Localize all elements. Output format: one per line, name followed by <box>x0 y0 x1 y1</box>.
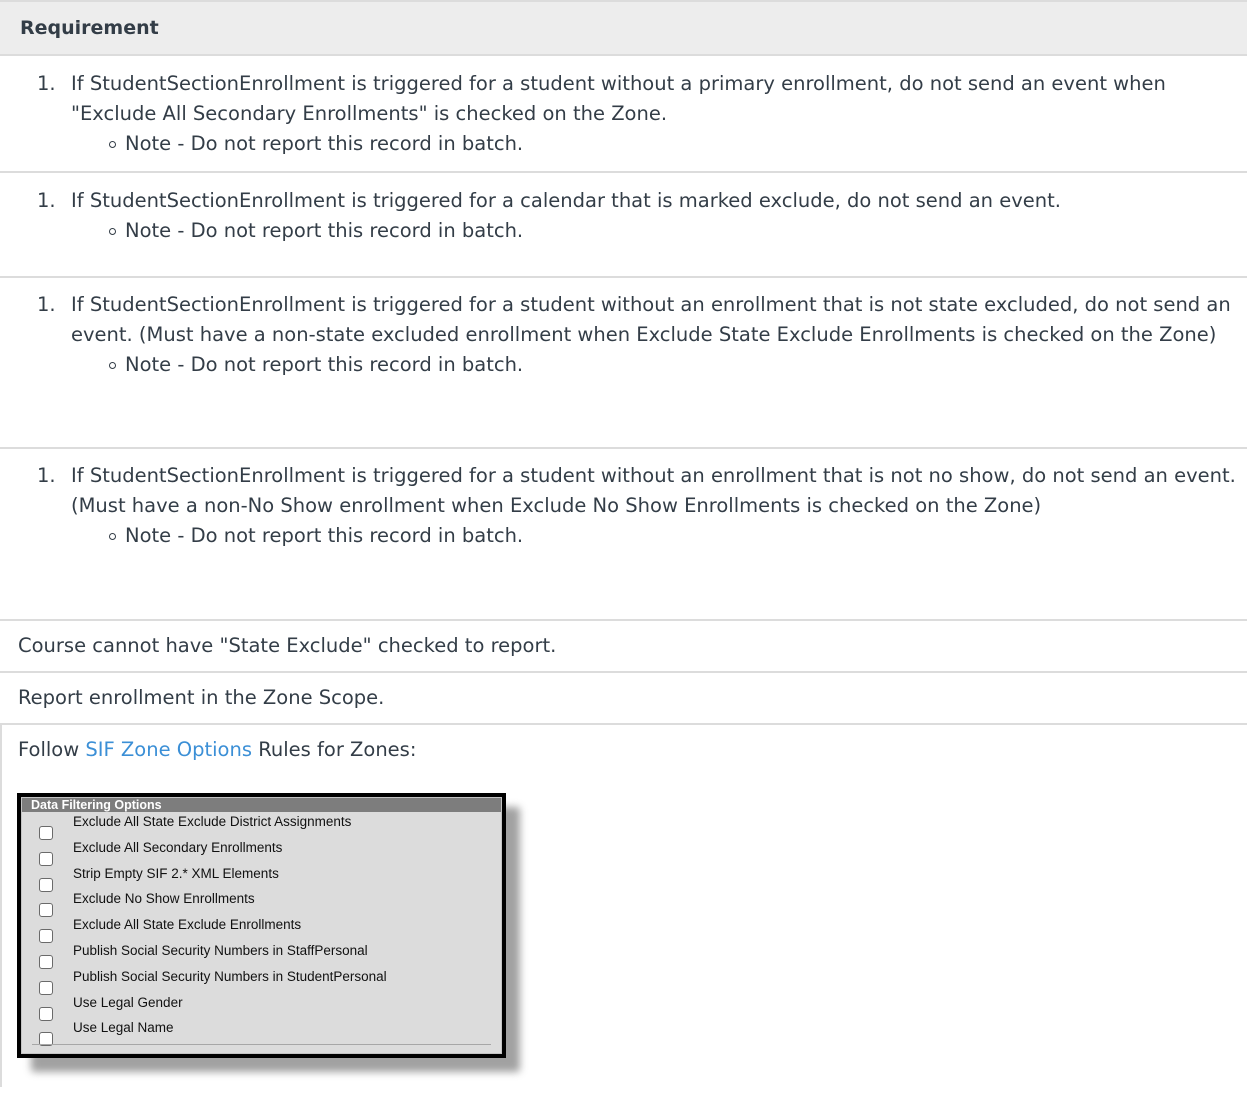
option-label: Use Legal Name <box>73 1020 174 1036</box>
item-number: 1. <box>37 464 56 487</box>
note-list: Note - Do not report this record in batc… <box>71 216 1247 246</box>
scope-rule-text: Report enrollment in the Zone Scope. <box>18 686 385 709</box>
zone-options-screenshot: Data Filtering Options Exclude All State… <box>17 793 520 1072</box>
follow-suffix: Rules for Zones: <box>252 738 417 761</box>
option-label: Strip Empty SIF 2.* XML Elements <box>73 865 279 881</box>
checkbox[interactable] <box>39 954 53 969</box>
left-border <box>0 725 2 1087</box>
requirement-text: If StudentSectionEnrollment is triggered… <box>71 72 1166 125</box>
option-label: Exclude No Show Enrollments <box>73 891 255 907</box>
option-label: Exclude All Secondary Enrollments <box>73 839 283 855</box>
requirement-row: 1. If StudentSectionEnrollment is trigge… <box>0 278 1247 449</box>
item-number: 1. <box>37 293 56 316</box>
checkbox[interactable] <box>39 877 53 892</box>
checkbox[interactable] <box>39 980 53 995</box>
note-list: Note - Do not report this record in batc… <box>71 129 1247 159</box>
follow-prefix: Follow <box>18 738 86 761</box>
requirement-text: If StudentSectionEnrollment is triggered… <box>71 293 1231 346</box>
requirement-row: 1. If StudentSectionEnrollment is trigge… <box>0 56 1247 173</box>
numbered-list: 1. If StudentSectionEnrollment is trigge… <box>0 290 1247 380</box>
numbered-list: 1. If StudentSectionEnrollment is trigge… <box>0 461 1247 551</box>
option-label: Exclude All State Exclude Enrollments <box>73 917 302 933</box>
course-rule-row: Course cannot have "State Exclude" check… <box>0 621 1247 673</box>
item-number: 1. <box>37 189 56 212</box>
requirement-text: If StudentSectionEnrollment is triggered… <box>71 189 1061 212</box>
numbered-list: 1. If StudentSectionEnrollment is trigge… <box>0 186 1247 246</box>
checkbox[interactable] <box>39 929 53 944</box>
note-list: Note - Do not report this record in batc… <box>71 350 1247 380</box>
data-filtering-panel: Data Filtering Options Exclude All State… <box>21 797 502 1054</box>
requirement-row: 1. If StudentSectionEnrollment is trigge… <box>0 449 1247 621</box>
screenshot-frame: Data Filtering Options Exclude All State… <box>17 793 506 1058</box>
checkbox[interactable] <box>39 1006 53 1021</box>
requirement-row: 1. If StudentSectionEnrollment is trigge… <box>0 173 1247 278</box>
sif-zone-options-link[interactable]: SIF Zone Options <box>85 738 252 761</box>
options-list: Exclude All State Exclude District Assig… <box>35 814 501 1054</box>
option-row: Use Legal Name <box>35 1020 501 1054</box>
option-label: Publish Social Security Numbers in Staff… <box>73 942 368 958</box>
note-item: Note - Do not report this record in batc… <box>109 129 1247 159</box>
list-item: 1. If StudentSectionEnrollment is trigge… <box>37 461 1247 551</box>
option-label: Use Legal Gender <box>73 994 183 1010</box>
list-item: 1. If StudentSectionEnrollment is trigge… <box>37 186 1247 246</box>
requirement-text: If StudentSectionEnrollment is triggered… <box>71 464 1236 517</box>
note-item: Note - Do not report this record in batc… <box>109 350 1247 380</box>
list-item: 1. If StudentSectionEnrollment is trigge… <box>37 69 1247 159</box>
checkbox[interactable] <box>39 826 53 840</box>
panel-title: Data Filtering Options <box>22 798 501 812</box>
option-label: Exclude All State Exclude District Assig… <box>73 814 352 829</box>
note-item: Note - Do not report this record in batc… <box>109 216 1247 246</box>
scope-rule-row: Report enrollment in the Zone Scope. <box>0 673 1247 725</box>
option-label: Publish Social Security Numbers in Stude… <box>73 968 387 984</box>
item-number: 1. <box>37 72 56 95</box>
list-item: 1. If StudentSectionEnrollment is trigge… <box>37 290 1247 380</box>
note-list: Note - Do not report this record in batc… <box>71 521 1247 551</box>
panel-bottom-rule <box>32 1044 491 1045</box>
checkbox[interactable] <box>39 903 53 918</box>
numbered-list: 1. If StudentSectionEnrollment is trigge… <box>0 69 1247 159</box>
checkbox[interactable] <box>39 851 53 866</box>
column-header-requirement: Requirement <box>0 2 1247 56</box>
note-item: Note - Do not report this record in batc… <box>109 521 1247 551</box>
course-rule-text: Course cannot have "State Exclude" check… <box>18 634 557 657</box>
